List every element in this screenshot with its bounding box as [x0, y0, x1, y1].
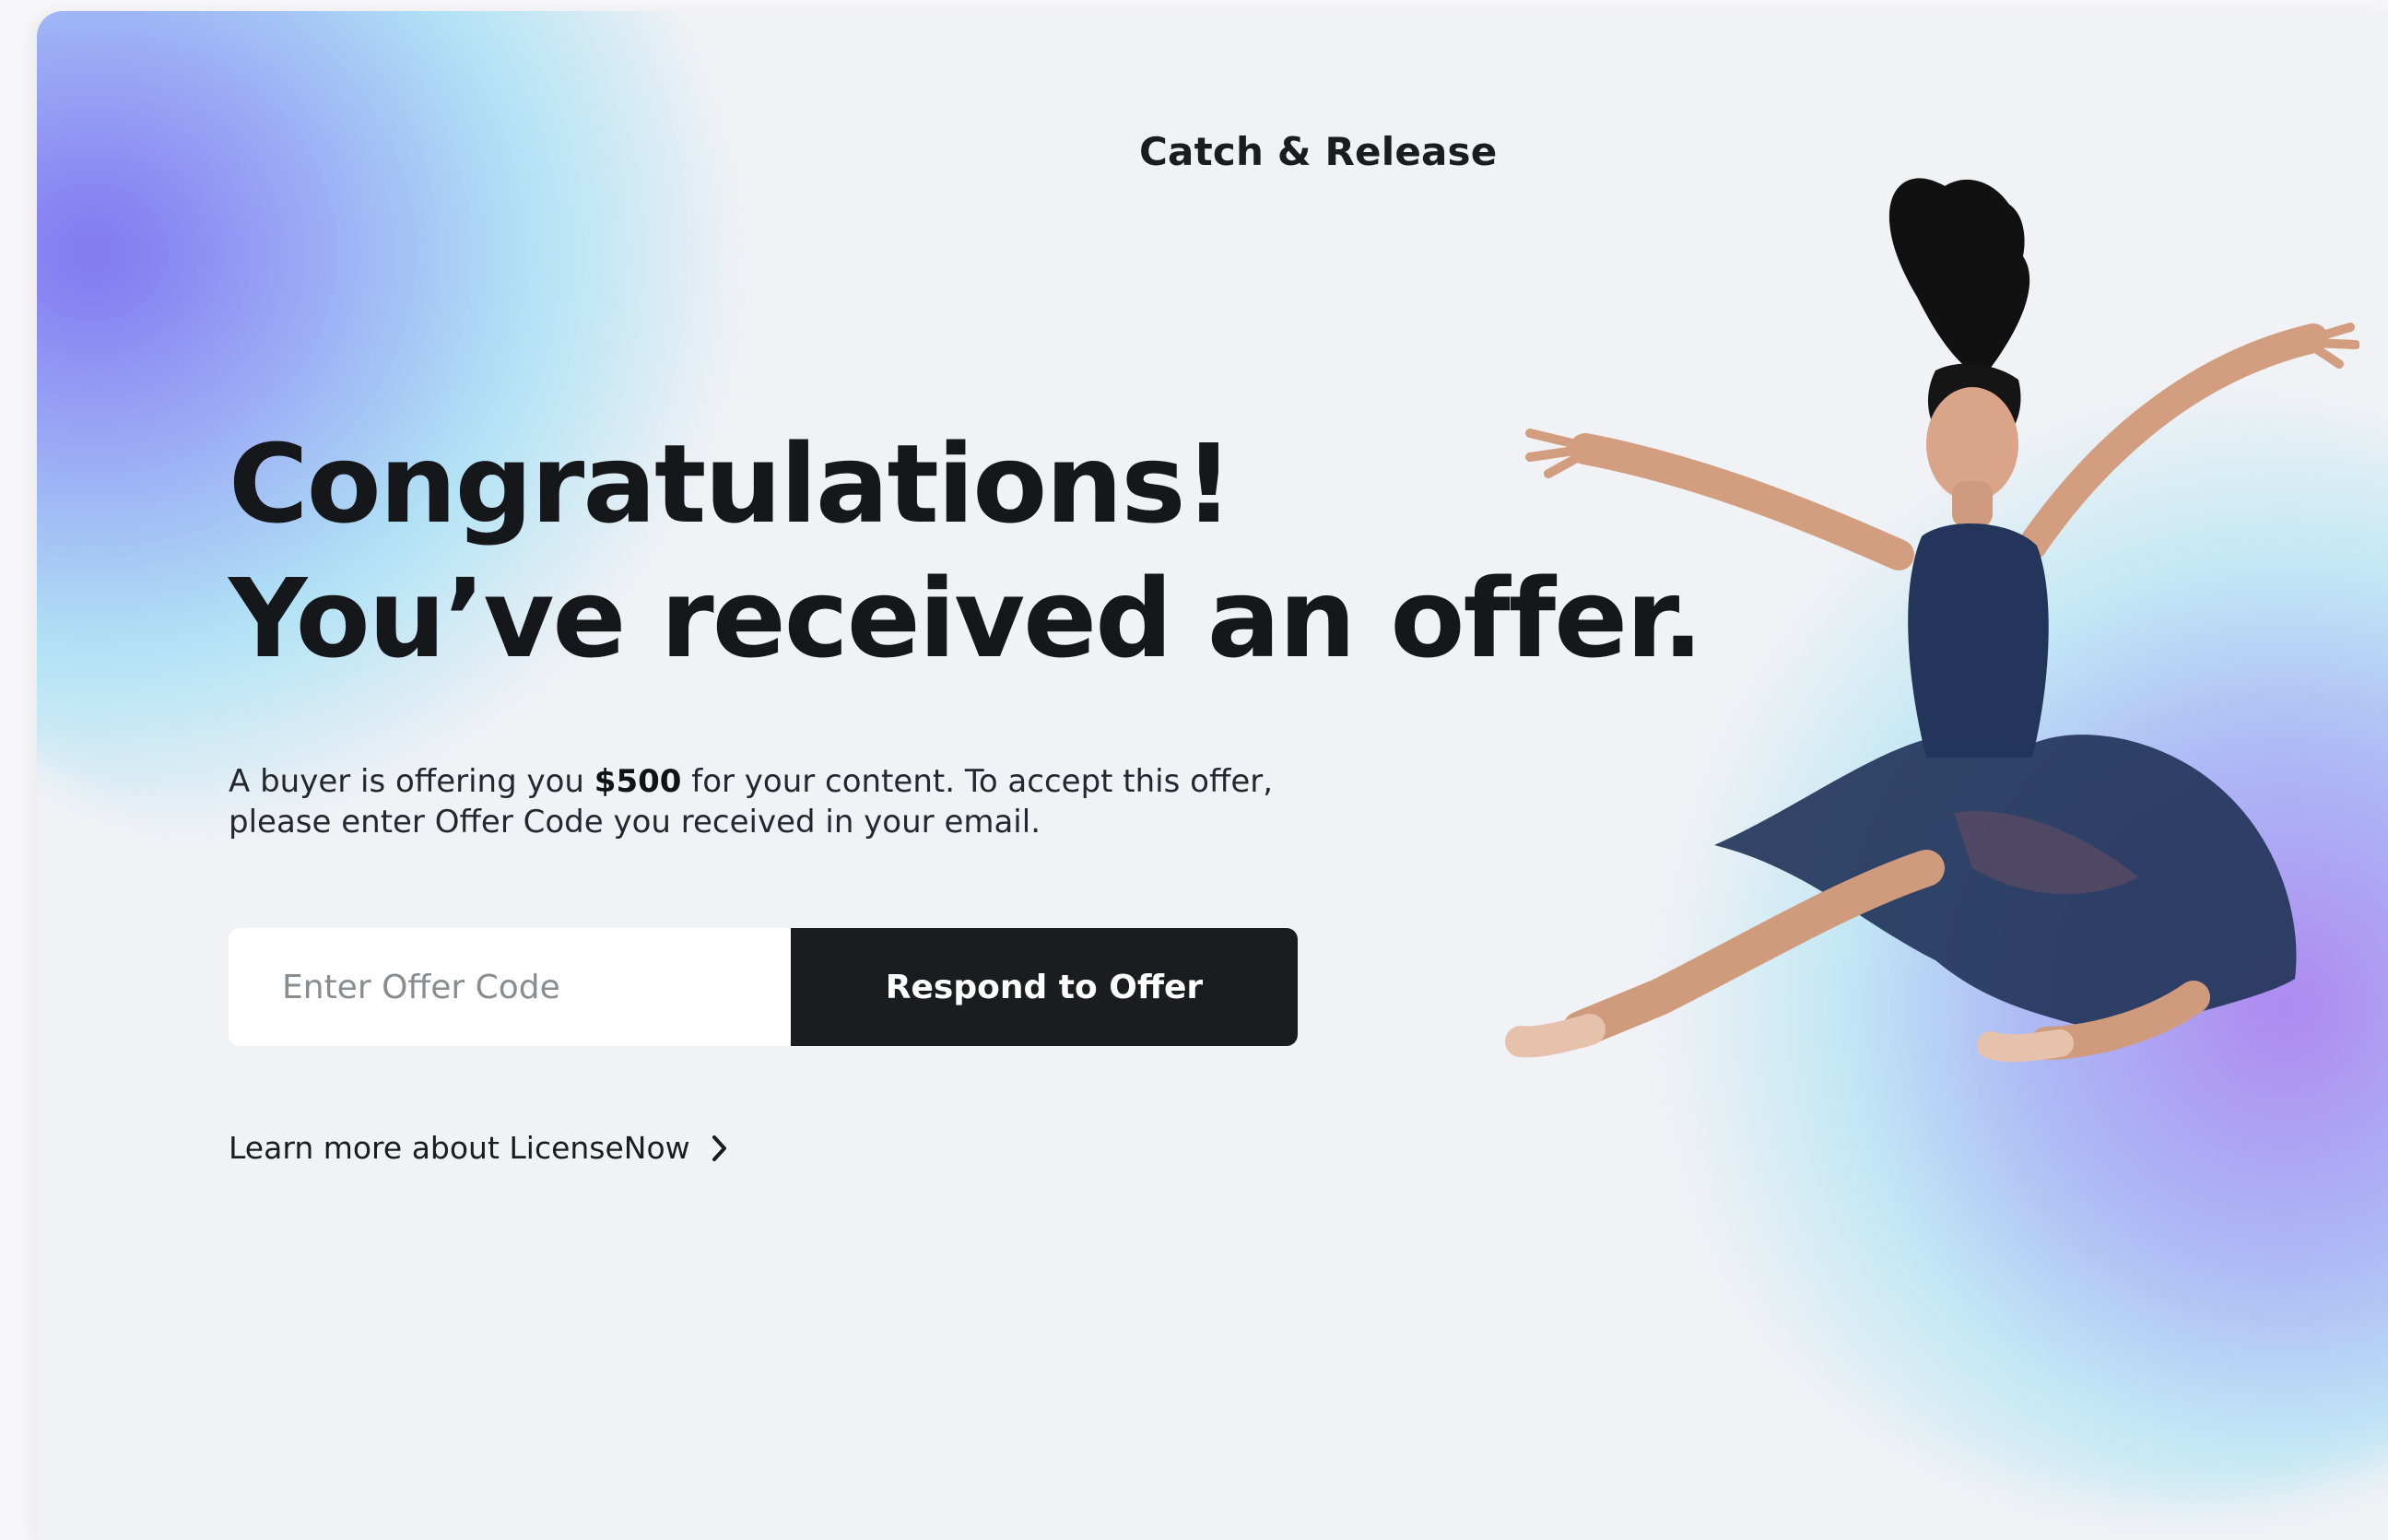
offer-description: A buyer is offering you $500 for your co…: [229, 761, 1298, 842]
description-prefix: A buyer is offering you: [229, 763, 594, 800]
chevron-right-icon: [712, 1134, 726, 1161]
dancer-right-shoe: [1977, 1029, 2074, 1063]
dancer-left-leg: [1562, 850, 1945, 1048]
offer-code-input[interactable]: [229, 928, 791, 1046]
description-suffix: for your content. To accept this offer,: [681, 763, 1274, 800]
respond-to-offer-button[interactable]: Respond to Offer: [791, 928, 1298, 1046]
offer-code-form: Respond to Offer: [229, 928, 1298, 1046]
dancer-left-shoe: [1505, 1014, 1606, 1058]
dancer-neck: [1952, 481, 1993, 527]
offer-page: Catch & Release Congratulations! You’ve …: [0, 0, 2388, 1540]
learn-more-label: Learn more about LicenseNow: [229, 1130, 690, 1166]
dancer-right-hand: [2307, 323, 2359, 369]
dancer-leotard: [1908, 523, 2049, 758]
description-line-2: please enter Offer Code you received in …: [229, 804, 1041, 841]
dancer-photo: [1505, 178, 2359, 1063]
dancer-skirt: [1714, 735, 2297, 1034]
learn-more-link[interactable]: Learn more about LicenseNow: [229, 1130, 729, 1166]
offer-panel: Catch & Release Congratulations! You’ve …: [37, 11, 2388, 1540]
offer-amount: $500: [594, 763, 682, 800]
dancer-left-arm: [1570, 433, 1914, 570]
dancer-right-arm: [2017, 323, 2328, 560]
